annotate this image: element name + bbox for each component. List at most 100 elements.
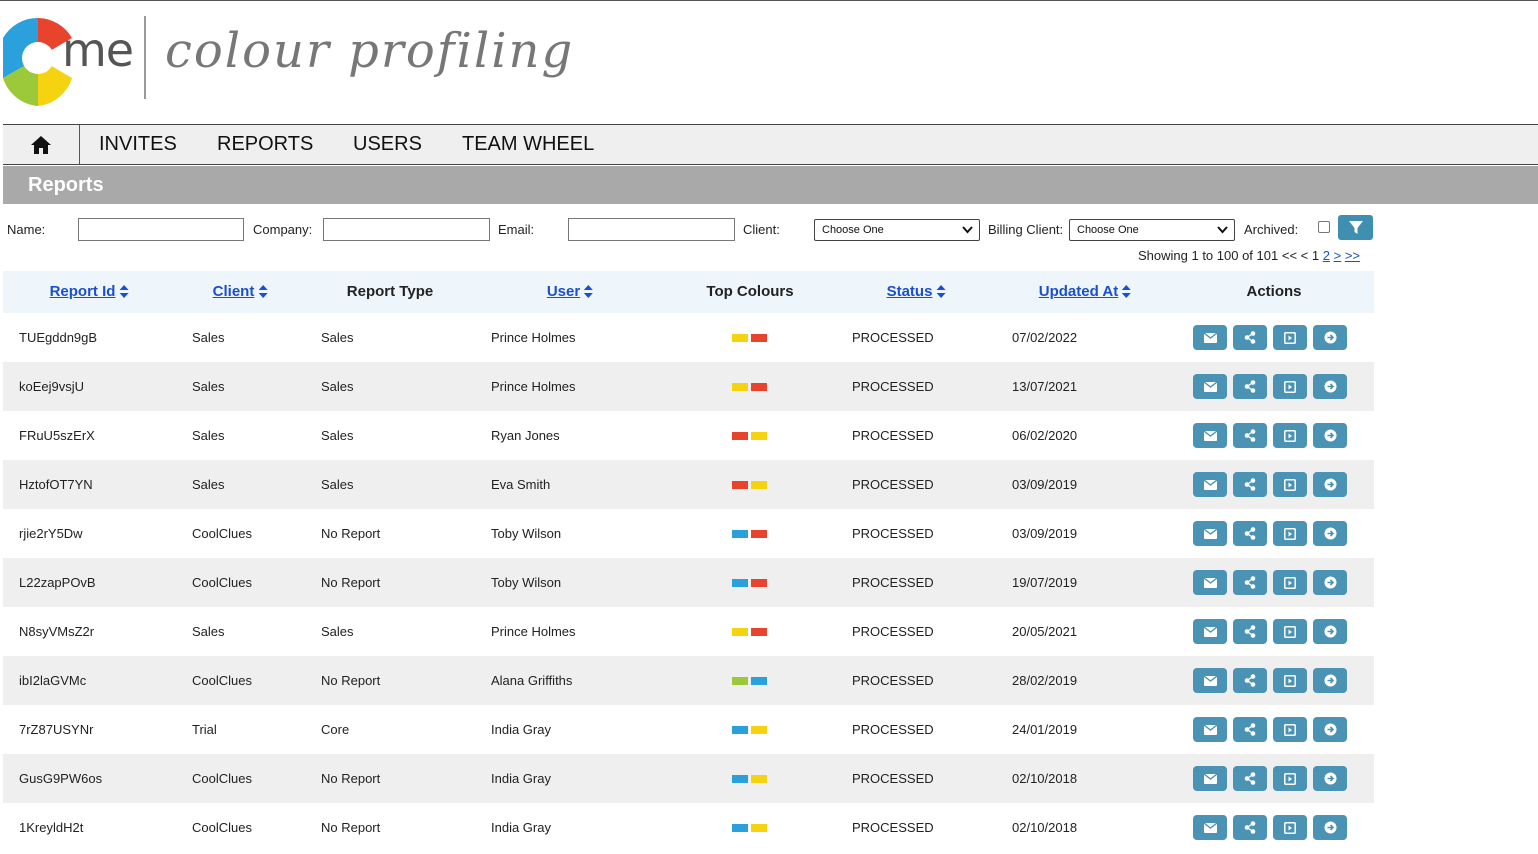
paging-current-page: 1 bbox=[1311, 248, 1320, 263]
nav-home-button[interactable] bbox=[3, 125, 80, 164]
open-report-button[interactable] bbox=[1313, 325, 1347, 350]
table-row: HztofOT7YN Sales Sales Eva Smith PROCESSED 03… bbox=[3, 460, 1374, 509]
user-cell: Toby Wilson bbox=[491, 575, 562, 590]
view-report-icon bbox=[1284, 674, 1296, 687]
sort-report-id-header[interactable]: Report Id bbox=[50, 271, 129, 313]
status-cell: PROCESSED bbox=[852, 477, 934, 492]
open-report-button[interactable] bbox=[1313, 570, 1347, 595]
billing-client-filter-select[interactable]: Choose One bbox=[1069, 219, 1235, 241]
colour-swatch-yellow bbox=[751, 775, 767, 783]
view-report-button[interactable] bbox=[1273, 423, 1307, 448]
open-report-button[interactable] bbox=[1313, 717, 1347, 742]
share-report-button[interactable] bbox=[1233, 668, 1267, 693]
email-report-button[interactable] bbox=[1193, 717, 1227, 742]
user-cell: Alana Griffiths bbox=[491, 673, 573, 688]
share-report-button[interactable] bbox=[1233, 521, 1267, 546]
name-filter-input[interactable] bbox=[78, 218, 244, 241]
email-icon bbox=[1203, 528, 1217, 539]
email-report-button[interactable] bbox=[1193, 619, 1227, 644]
nav-invites[interactable]: INVITES bbox=[99, 125, 177, 164]
email-report-button[interactable] bbox=[1193, 570, 1227, 595]
view-report-button[interactable] bbox=[1273, 717, 1307, 742]
share-report-button[interactable] bbox=[1233, 815, 1267, 840]
email-report-button[interactable] bbox=[1193, 766, 1227, 791]
open-report-button[interactable] bbox=[1313, 423, 1347, 448]
view-report-icon bbox=[1284, 576, 1296, 589]
updated-at-cell: 02/10/2018 bbox=[1012, 820, 1078, 835]
share-report-button[interactable] bbox=[1233, 472, 1267, 497]
client-filter-select[interactable]: Choose One bbox=[814, 219, 980, 241]
view-report-button[interactable] bbox=[1273, 472, 1307, 497]
sort-user-header[interactable]: User bbox=[547, 271, 594, 313]
view-report-button[interactable] bbox=[1273, 570, 1307, 595]
top-colours-cell bbox=[732, 726, 767, 734]
view-report-button[interactable] bbox=[1273, 815, 1307, 840]
open-report-button[interactable] bbox=[1313, 521, 1347, 546]
colour-swatch-blue bbox=[732, 579, 748, 587]
share-report-button[interactable] bbox=[1233, 325, 1267, 350]
apply-filter-button[interactable] bbox=[1338, 215, 1373, 240]
open-report-button[interactable] bbox=[1313, 374, 1347, 399]
nav-reports[interactable]: REPORTS bbox=[217, 125, 313, 164]
share-report-button[interactable] bbox=[1233, 570, 1267, 595]
nav-users[interactable]: USERS bbox=[353, 125, 422, 164]
view-report-button[interactable] bbox=[1273, 766, 1307, 791]
pagination: Showing 1 to 100 of 101 << < 1 2 > >> bbox=[1138, 248, 1360, 263]
status-cell: PROCESSED bbox=[852, 722, 934, 737]
view-report-button[interactable] bbox=[1273, 668, 1307, 693]
view-report-button[interactable] bbox=[1273, 374, 1307, 399]
open-report-button[interactable] bbox=[1313, 766, 1347, 791]
sort-icon bbox=[1122, 285, 1132, 298]
paging-next-link[interactable]: > bbox=[1334, 248, 1342, 263]
colour-swatch-yellow bbox=[732, 334, 748, 342]
email-report-button[interactable] bbox=[1193, 374, 1227, 399]
sort-client-header[interactable]: Client bbox=[213, 271, 268, 313]
share-icon bbox=[1244, 331, 1256, 344]
company-filter-input[interactable] bbox=[323, 218, 490, 241]
report-type-cell: No Report bbox=[321, 820, 381, 835]
report-type-cell: Core bbox=[321, 722, 350, 737]
report-type-cell: Sales bbox=[321, 624, 354, 639]
email-filter-input[interactable] bbox=[568, 218, 735, 241]
view-report-button[interactable] bbox=[1273, 619, 1307, 644]
share-report-button[interactable] bbox=[1233, 374, 1267, 399]
company-filter-label: Company: bbox=[253, 222, 313, 237]
open-report-button[interactable] bbox=[1313, 815, 1347, 840]
client-cell: Sales bbox=[192, 379, 225, 394]
email-report-button[interactable] bbox=[1193, 472, 1227, 497]
view-report-button[interactable] bbox=[1273, 521, 1307, 546]
app-header: me colour profiling bbox=[0, 1, 1538, 123]
sort-status-header[interactable]: Status bbox=[887, 271, 946, 313]
table-header: Report Id Client Report Type User Top Co… bbox=[3, 271, 1374, 313]
nav-team-wheel[interactable]: TEAM WHEEL bbox=[462, 125, 594, 164]
open-report-button[interactable] bbox=[1313, 472, 1347, 497]
share-icon bbox=[1244, 576, 1256, 589]
share-report-button[interactable] bbox=[1233, 766, 1267, 791]
email-report-button[interactable] bbox=[1193, 423, 1227, 448]
colour-swatch-red bbox=[751, 383, 767, 391]
share-report-button[interactable] bbox=[1233, 619, 1267, 644]
updated-at-cell: 28/02/2019 bbox=[1012, 673, 1078, 688]
share-report-button[interactable] bbox=[1233, 717, 1267, 742]
email-report-button[interactable] bbox=[1193, 521, 1227, 546]
open-report-button[interactable] bbox=[1313, 619, 1347, 644]
archived-filter-label: Archived: bbox=[1244, 222, 1299, 237]
view-report-button[interactable] bbox=[1273, 325, 1307, 350]
archived-checkbox[interactable] bbox=[1318, 221, 1330, 233]
sort-updated-at-header[interactable]: Updated At bbox=[1039, 271, 1132, 313]
share-report-button[interactable] bbox=[1233, 423, 1267, 448]
top-colours-cell bbox=[732, 481, 767, 489]
share-icon bbox=[1244, 821, 1256, 834]
view-report-icon bbox=[1284, 625, 1296, 638]
paging-page-2-link[interactable]: 2 bbox=[1323, 248, 1330, 263]
table-row: FRuU5szErX Sales Sales Ryan Jones PROCESSED 0… bbox=[3, 411, 1374, 460]
email-report-button[interactable] bbox=[1193, 325, 1227, 350]
page-title: Reports bbox=[28, 174, 104, 196]
paging-last-link[interactable]: >> bbox=[1345, 248, 1360, 263]
email-report-button[interactable] bbox=[1193, 815, 1227, 840]
open-report-button[interactable] bbox=[1313, 668, 1347, 693]
updated-at-cell: 24/01/2019 bbox=[1012, 722, 1078, 737]
colour-swatch-yellow bbox=[732, 628, 748, 636]
email-report-button[interactable] bbox=[1193, 668, 1227, 693]
client-cell: CoolClues bbox=[192, 673, 252, 688]
